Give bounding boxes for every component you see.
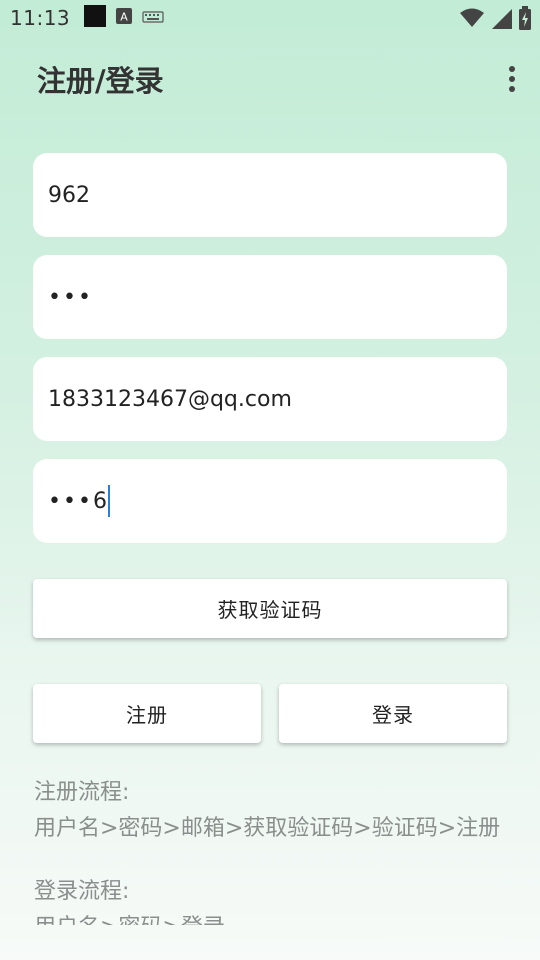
status-time: 11:13 [10, 6, 71, 30]
status-icons-right [460, 6, 532, 34]
register-button[interactable]: 注册 [33, 684, 261, 743]
code-last-char: 6 [92, 488, 107, 514]
signal-icon [490, 7, 512, 33]
password-field[interactable]: ••• [33, 255, 507, 339]
email-value: 1833123467@qq.com [48, 386, 292, 412]
login-flow-title: 登录流程: [34, 879, 130, 904]
get-code-button[interactable]: 获取验证码 [33, 579, 507, 638]
a-font-icon: A [116, 8, 133, 28]
keyboard-icon [142, 9, 164, 28]
status-icons-left: A [84, 5, 164, 31]
email-field[interactable]: 1833123467@qq.com [33, 357, 507, 441]
page-title: 注册/登录 [37, 64, 164, 98]
username-field[interactable]: 962 [33, 153, 507, 237]
battery-charging-icon [518, 6, 532, 34]
register-flow-title: 注册流程: [34, 780, 130, 805]
verification-code-field[interactable]: ••• 6 [33, 459, 507, 543]
svg-text:A: A [120, 11, 128, 24]
square-notification-icon [84, 5, 107, 31]
more-vertical-icon[interactable] [502, 64, 522, 94]
app-bar: 注册/登录 [0, 50, 540, 108]
login-flow-steps: 用户名>密码>登录 [34, 909, 225, 925]
text-caret [107, 485, 110, 517]
password-value: ••• [48, 284, 93, 310]
code-masked-value: ••• [48, 488, 93, 514]
username-value: 962 [48, 182, 90, 208]
login-button[interactable]: 登录 [279, 684, 507, 743]
wifi-icon [460, 7, 484, 33]
login-flow-clip: 用户名>密码>登录 [0, 905, 540, 925]
status-bar: 11:13 A [0, 0, 540, 36]
register-flow-steps: 用户名>密码>邮箱>获取验证码>验证码>注册 [34, 816, 501, 841]
